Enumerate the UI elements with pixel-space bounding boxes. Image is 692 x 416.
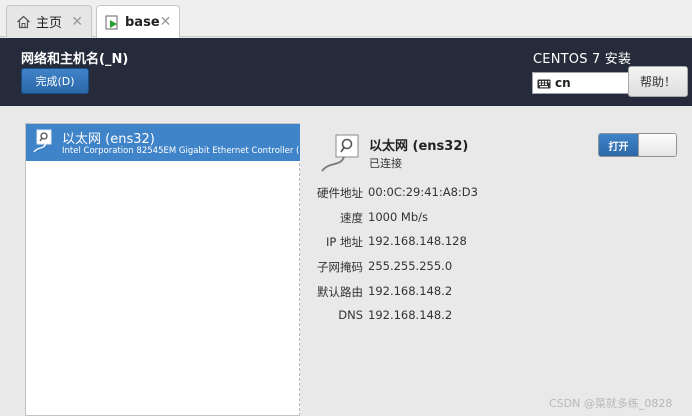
property-row: 速度 1000 Mb/s	[300, 207, 600, 232]
property-key: 子网掩码	[317, 260, 363, 275]
keyboard-icon	[537, 78, 551, 89]
connection-status: 已连接	[369, 157, 402, 170]
property-key: 速度	[340, 210, 363, 225]
connection-toggle[interactable]: 打开	[598, 133, 677, 157]
property-value: 255.255.255.0	[368, 259, 453, 274]
tab-base[interactable]: base ✕	[96, 5, 180, 38]
keyboard-layout-indicator[interactable]: cn	[532, 72, 630, 94]
property-row: 默认路由 192.168.148.2	[300, 281, 600, 306]
property-value: 1000 Mb/s	[368, 209, 429, 224]
toggle-knob[interactable]	[638, 134, 676, 156]
product-title: CENTOS 7 安装	[533, 52, 632, 67]
help-button[interactable]: 帮助！	[628, 66, 688, 97]
device-name: 以太网 (ens32)	[62, 132, 155, 147]
tab-strip: 主页 ✕ base ✕	[0, 0, 692, 38]
ethernet-icon	[320, 133, 364, 173]
device-title: 以太网 (ens32)	[369, 139, 469, 154]
tab-base-label: base	[125, 14, 160, 30]
property-row: 子网掩码 255.255.255.0	[300, 256, 600, 281]
device-list: 以太网 (ens32) Intel Corporation 82545EM Gi…	[25, 123, 300, 416]
property-key: 默认路由	[317, 284, 363, 299]
home-icon	[15, 14, 31, 30]
close-icon[interactable]: ✕	[71, 14, 83, 30]
property-row: DNS 192.168.148.2	[300, 305, 600, 330]
ethernet-icon	[32, 128, 58, 154]
list-item[interactable]: 以太网 (ens32) Intel Corporation 82545EM Gi…	[26, 124, 300, 161]
watermark: CSDN @菜就多练_0828	[549, 397, 673, 410]
property-key: IP 地址	[326, 235, 363, 250]
property-row: 硬件地址 00:0C:29:41:A8:D3	[300, 182, 600, 207]
property-value: 192.168.148.2	[368, 308, 453, 323]
property-value: 00:0C:29:41:A8:D3	[368, 185, 478, 199]
keyboard-layout-label: cn	[555, 76, 571, 90]
tab-home[interactable]: 主页 ✕	[6, 5, 92, 37]
property-key: DNS	[338, 308, 363, 323]
vm-icon	[105, 14, 120, 30]
done-button[interactable]: 完成(D)	[21, 68, 89, 94]
property-row: IP 地址 192.168.148.128	[300, 231, 600, 256]
toggle-on-label: 打开	[599, 134, 638, 156]
close-icon[interactable]: ✕	[160, 14, 172, 30]
property-key: 硬件地址	[317, 186, 363, 200]
device-description: Intel Corporation 82545EM Gigabit Ethern…	[62, 146, 300, 156]
property-value: 192.168.148.128	[368, 234, 467, 249]
property-value: 192.168.148.2	[368, 283, 453, 298]
device-properties: 硬件地址 00:0C:29:41:A8:D3 速度 1000 Mb/s IP 地…	[300, 182, 600, 330]
tab-home-label: 主页	[36, 16, 63, 31]
page-title: 网络和主机名(_N)	[21, 52, 129, 67]
